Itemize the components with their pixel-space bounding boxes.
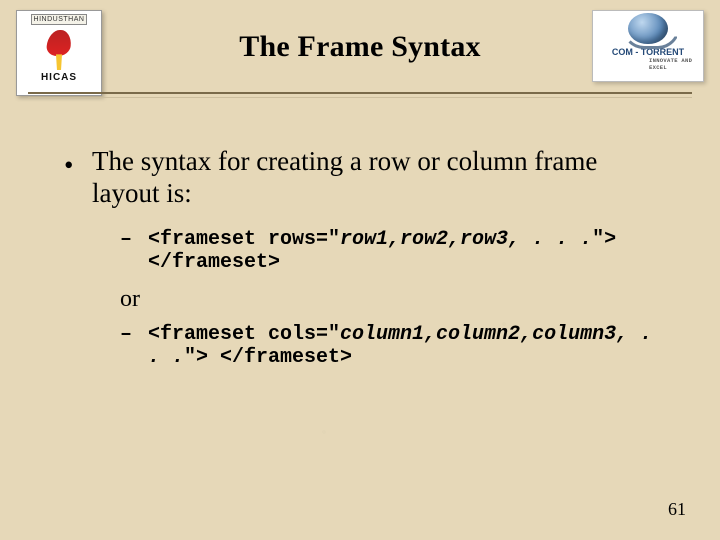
hicas-logo-text-bottom: HICAS [41, 72, 77, 83]
bullet-text: The syntax for creating a row or column … [92, 146, 656, 210]
slide-body: • The syntax for creating a row or colum… [0, 98, 720, 369]
globe-icon [628, 13, 668, 44]
code-col-text: <frameset cols="column1,column2,column3,… [148, 323, 656, 369]
bullet-main: • The syntax for creating a row or colum… [64, 146, 656, 210]
com-torrent-tagline: INNOVATE AND EXCEL [593, 58, 703, 71]
code-col-example: – <frameset cols="column1,column2,column… [64, 323, 656, 369]
dash-icon: – [120, 228, 134, 274]
dash-icon: – [120, 323, 134, 369]
page-number: 61 [668, 499, 686, 520]
swoosh-icon [622, 27, 680, 49]
header-divider [28, 92, 692, 98]
hicas-logo-text-top: HINDUSTHAN [31, 14, 88, 25]
torch-icon [54, 54, 64, 70]
com-torrent-logo: COM - TORRENT INNOVATE AND EXCEL [592, 10, 704, 82]
or-separator: or [64, 286, 656, 313]
code-row-example: – <frameset rows="row1,row2,row3, . . ."… [64, 228, 656, 274]
bullet-dot-icon: • [64, 146, 78, 210]
flame-icon [46, 30, 73, 56]
hicas-logo: HINDUSTHAN HICAS [16, 10, 102, 96]
slide-header: HINDUSTHAN HICAS COM - TORRENT INNOVATE … [0, 0, 720, 98]
code-row-text: <frameset rows="row1,row2,row3, . . ."> … [148, 228, 656, 274]
